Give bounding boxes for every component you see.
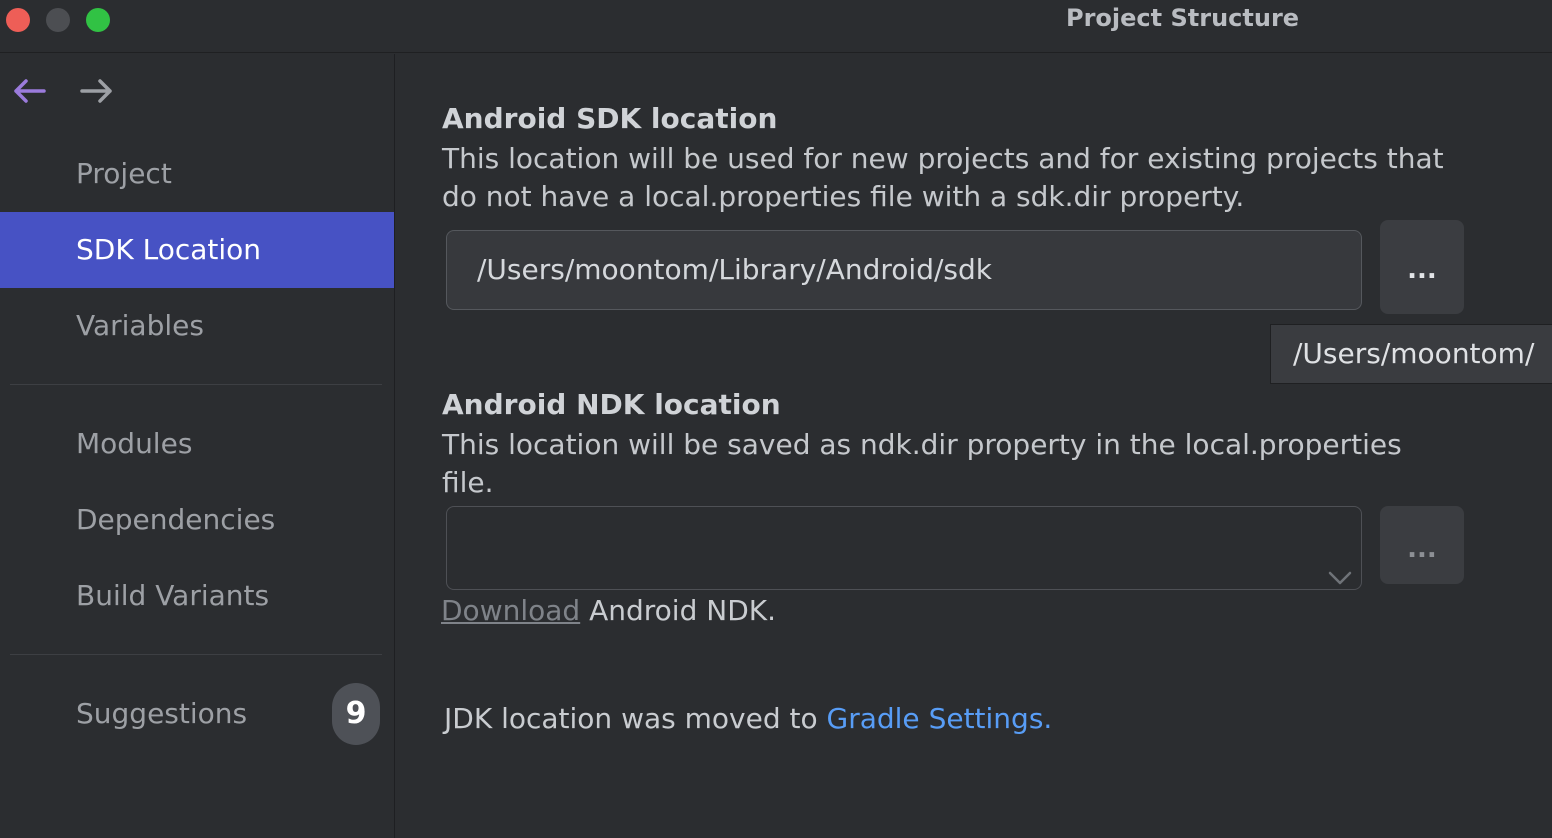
ndk-section-title: Android NDK location <box>442 388 781 421</box>
sdk-section-title: Android SDK location <box>442 102 778 135</box>
download-ndk-link[interactable]: Download <box>441 594 580 627</box>
download-ndk-line: Download Android NDK. <box>441 594 776 627</box>
window-title: Project Structure <box>1066 4 1300 32</box>
ndk-description: This location will be saved as ndk.dir p… <box>442 428 1402 499</box>
maximize-window-button[interactable] <box>86 8 110 32</box>
sdk-description: This location will be used for new proje… <box>442 142 1444 213</box>
sdk-browse-button[interactable]: ... <box>1380 220 1464 314</box>
sdk-path-tooltip: /Users/moontom/ <box>1270 324 1552 384</box>
project-structure-window: Project Structure Project SDK Location V… <box>0 0 1552 838</box>
close-window-button[interactable] <box>6 8 30 32</box>
gradle-settings-link[interactable]: Gradle Settings. <box>827 702 1053 735</box>
sidebar-divider <box>10 654 382 655</box>
arrow-left-icon[interactable] <box>8 76 48 106</box>
jdk-moved-notice: JDK location was moved to Gradle Setting… <box>444 702 1052 735</box>
suggestions-count-badge: 9 <box>332 683 380 745</box>
ndk-path-dropdown[interactable] <box>446 506 1362 590</box>
download-ndk-suffix: Android NDK. <box>580 594 777 627</box>
arrow-right-icon[interactable] <box>78 76 118 106</box>
ndk-browse-button[interactable]: ... <box>1380 506 1464 584</box>
sdk-path-input[interactable]: /Users/moontom/Library/Android/sdk <box>446 230 1362 310</box>
minimize-window-button[interactable] <box>46 8 70 32</box>
sidebar-divider <box>10 384 382 385</box>
sidebar-item-dependencies[interactable]: Dependencies <box>0 482 394 558</box>
sidebar-item-modules[interactable]: Modules <box>0 406 394 482</box>
sidebar: Project SDK Location Variables Modules D… <box>0 54 395 838</box>
jdk-moved-text: JDK location was moved to <box>444 702 827 735</box>
chevron-down-icon[interactable] <box>1327 539 1353 585</box>
sidebar-item-sdk-location[interactable]: SDK Location <box>0 212 394 288</box>
sdk-location-panel: Android SDK location This location will … <box>396 54 1552 838</box>
title-bar: Project Structure <box>0 0 1552 53</box>
sidebar-item-variables[interactable]: Variables <box>0 288 394 364</box>
sidebar-item-build-variants[interactable]: Build Variants <box>0 558 394 634</box>
sidebar-item-project[interactable]: Project <box>0 136 394 212</box>
